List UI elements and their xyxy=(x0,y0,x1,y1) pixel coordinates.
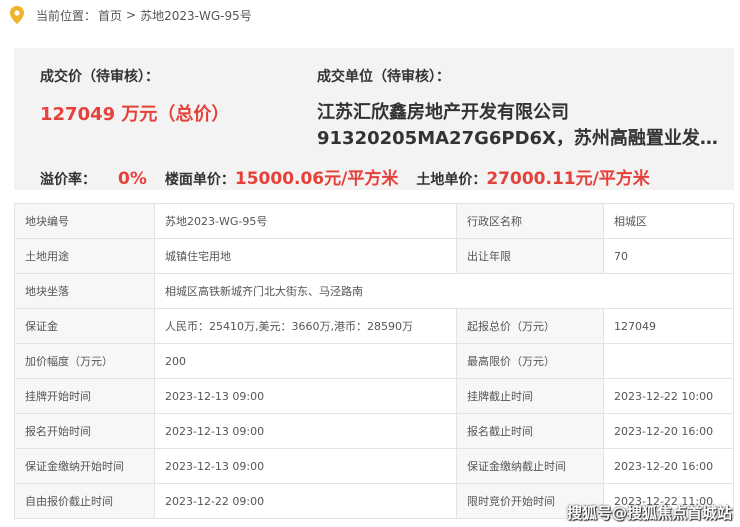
table-cell-value: 苏地2023-WG-95号 xyxy=(154,203,457,239)
land-price-label: 土地单价： xyxy=(416,172,487,188)
table-cell-key: 行政区名称 xyxy=(456,203,604,239)
breadcrumb-home-link[interactable]: 首页 xyxy=(98,7,122,24)
table-row: 地块坐落 相城区高铁新城齐门北大街东、马泾路南 xyxy=(14,273,734,309)
table-cell-key: 挂牌截止时间 xyxy=(456,378,604,414)
table-cell-value: 城镇住宅用地 xyxy=(154,238,457,274)
table-row: 挂牌开始时间 2023-12-13 09:00 挂牌截止时间 2023-12-2… xyxy=(14,378,734,414)
table-row: 加价幅度（万元） 200 最高限价（万元） xyxy=(14,343,734,379)
table-cell-value: 70 xyxy=(603,238,734,274)
table-cell-value: 人民币：25410万,美元：3660万,港币：28590万 xyxy=(154,308,457,344)
table-cell-value: 2023-12-20 16:00 xyxy=(603,448,734,484)
table-cell-key: 地块编号 xyxy=(14,203,155,239)
deal-price: 127049 万元（总价） xyxy=(40,104,230,125)
table-cell-key: 挂牌开始时间 xyxy=(14,378,155,414)
table-cell-key: 出让年限 xyxy=(456,238,604,274)
table-cell-key: 报名开始时间 xyxy=(14,413,155,449)
breadcrumb-current: 苏地2023-WG-95号 xyxy=(140,8,252,23)
table-row: 保证金缴纳开始时间 2023-12-13 09:00 保证金缴纳截止时间 202… xyxy=(14,448,734,484)
table-cell-value: 2023-12-13 09:00 xyxy=(154,378,457,414)
table-row: 地块编号 苏地2023-WG-95号 行政区名称 相城区 xyxy=(14,203,734,239)
watermark: 搜狐号@搜狐焦点首城站 xyxy=(566,504,732,522)
table-cell-value: 2023-12-22 09:00 xyxy=(154,483,457,519)
table-cell-key: 自由报价截止时间 xyxy=(14,483,155,519)
table-cell-key: 报名截止时间 xyxy=(456,413,604,449)
buyer-label: 成交单位（待审核）： xyxy=(317,69,450,85)
table-cell-value: 2023-12-13 09:00 xyxy=(154,413,457,449)
breadcrumb: 当前位置： 首页 > 苏地2023-WG-95号 xyxy=(0,0,740,30)
table-cell-key: 起报总价（万元） xyxy=(456,308,604,344)
table-cell-key: 加价幅度（万元） xyxy=(14,343,155,379)
table-cell-key: 土地用途 xyxy=(14,238,155,274)
table-row: 土地用途 城镇住宅用地 出让年限 70 xyxy=(14,238,734,274)
table-cell-key: 保证金缴纳开始时间 xyxy=(14,448,155,484)
table-cell-value: 127049 xyxy=(603,308,734,344)
floor-price-label: 楼面单价： xyxy=(164,172,235,188)
table-cell-value: 200 xyxy=(154,343,457,379)
breadcrumb-separator: > xyxy=(126,8,137,22)
breadcrumb-label: 当前位置： xyxy=(36,8,97,23)
table-cell-key: 地块坐落 xyxy=(14,273,155,309)
buyer-line-2: 91320205MA27G6PD6X，苏州高融置业发… xyxy=(317,128,718,149)
price-label: 成交价（待审核）： xyxy=(40,69,159,85)
deal-summary-panel: 成交价（待审核）： 127049 万元（总价） 成交单位（待审核）： 江苏汇欣鑫… xyxy=(14,48,734,190)
table-cell-value: 相城区 xyxy=(603,203,734,239)
premium-rate-label: 溢价率： xyxy=(40,172,96,188)
table-cell-key: 保证金缴纳截止时间 xyxy=(456,448,604,484)
buyer-company: 江苏汇欣鑫房地产开发有限公司 91320205MA27G6PD6X，苏州高融置业… xyxy=(317,100,727,152)
table-cell-value: 2023-12-13 09:00 xyxy=(154,448,457,484)
buyer-line-1: 江苏汇欣鑫房地产开发有限公司 xyxy=(317,102,569,123)
premium-rate-value: 0% xyxy=(118,169,147,189)
table-row: 保证金 人民币：25410万,美元：3660万,港币：28590万 起报总价（万… xyxy=(14,308,734,344)
table-row: 报名开始时间 2023-12-13 09:00 报名截止时间 2023-12-2… xyxy=(14,413,734,449)
table-cell-value: 相城区高铁新城齐门北大街东、马泾路南 xyxy=(154,273,734,309)
table-cell-value xyxy=(603,343,734,379)
table-cell-key: 最高限价（万元） xyxy=(456,343,604,379)
table-cell-value: 2023-12-22 10:00 xyxy=(603,378,734,414)
land-price-value: 27000.11元/平方米 xyxy=(486,169,650,189)
land-detail-table: 地块编号 苏地2023-WG-95号 行政区名称 相城区 土地用途 城镇住宅用地… xyxy=(14,203,734,519)
table-cell-value: 2023-12-20 16:00 xyxy=(603,413,734,449)
price-metrics: 溢价率： 0% 楼面单价： 15000.06元/平方米 土地单价： 27000.… xyxy=(40,164,650,189)
floor-price-value: 15000.06元/平方米 xyxy=(234,169,399,189)
location-pin-icon xyxy=(10,6,24,24)
table-cell-key: 保证金 xyxy=(14,308,155,344)
